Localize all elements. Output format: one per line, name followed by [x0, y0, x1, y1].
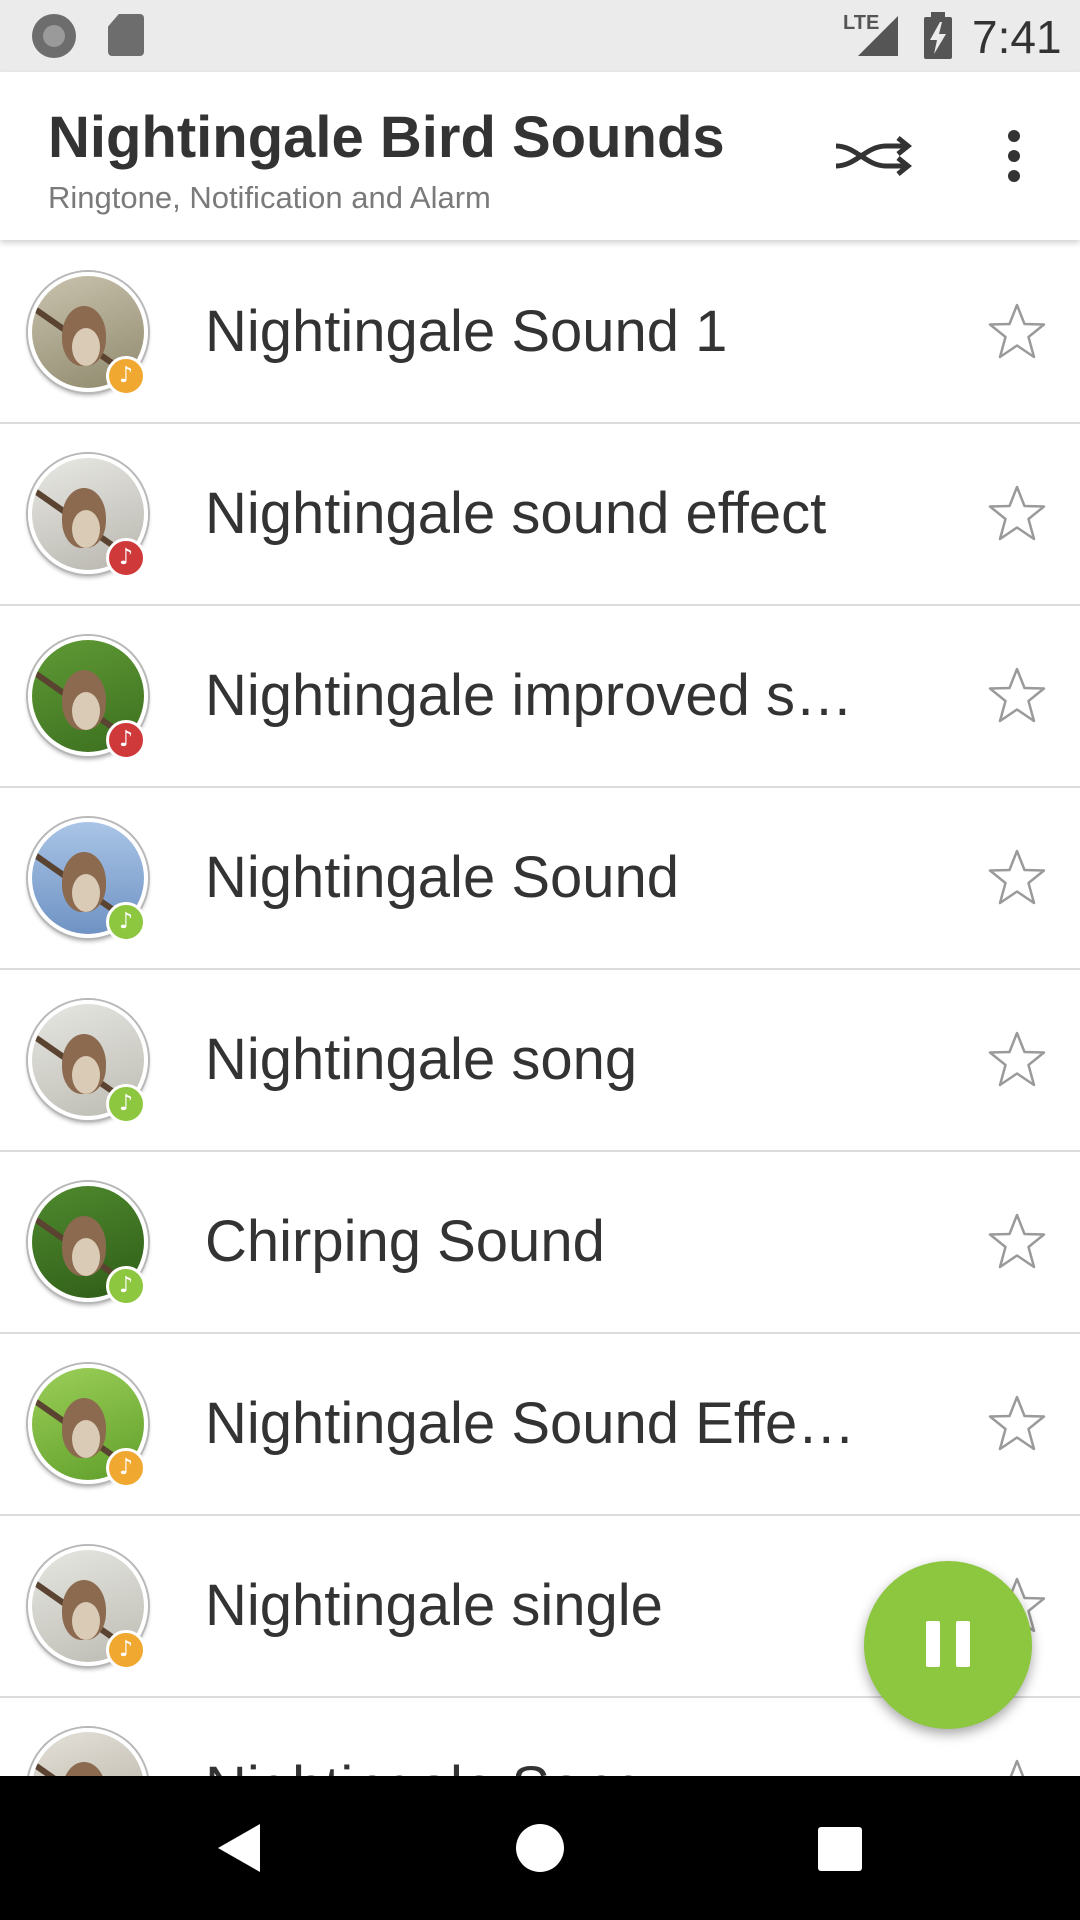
sound-title: Nightingale Sound 1: [205, 299, 728, 364]
bird-thumbnail: [28, 1728, 148, 1776]
shuffle-icon[interactable]: [832, 126, 918, 186]
list-item[interactable]: ♪ Nightingale Sound Effects: [0, 1334, 1080, 1516]
sound-title: Nightingale Song: [205, 1754, 865, 1776]
list-item[interactable]: ♪ Nightingale song: [0, 970, 1080, 1152]
status-time: 7:41: [972, 11, 1062, 63]
star-icon[interactable]: [986, 1758, 1048, 1776]
back-icon[interactable]: [214, 1822, 266, 1874]
circle-notification-icon: [32, 14, 76, 58]
star-icon[interactable]: [986, 1394, 1048, 1454]
sound-title: Nightingale improved sound: [205, 663, 865, 728]
list-item[interactable]: ♪ Nightingale improved sound: [0, 606, 1080, 788]
page-subtitle: Ringtone, Notification and Alarm: [48, 180, 491, 215]
battery-charging-icon: [924, 12, 952, 59]
sd-card-icon: [108, 14, 144, 56]
navigation-bar: [0, 1776, 1080, 1920]
signal-icon: [858, 16, 898, 56]
sound-title: Nightingale single: [205, 1573, 663, 1638]
pause-button[interactable]: [864, 1561, 1032, 1729]
list-item[interactable]: ♪ Nightingale Sound: [0, 788, 1080, 970]
star-icon[interactable]: [986, 302, 1048, 362]
list-item[interactable]: ♪ Nightingale Sound 1: [0, 242, 1080, 424]
app-bar: Nightingale Bird Sounds Ringtone, Notifi…: [0, 72, 1080, 240]
music-note-icon: ♪: [106, 1266, 146, 1306]
music-note-icon: ♪: [106, 1630, 146, 1670]
sound-title: Nightingale Sound Effects: [205, 1391, 865, 1456]
music-note-icon: ♪: [106, 1448, 146, 1488]
more-vert-icon[interactable]: [996, 126, 1032, 186]
star-icon[interactable]: [986, 1212, 1048, 1272]
music-note-icon: ♪: [106, 902, 146, 942]
sound-title: Nightingale Sound: [205, 845, 680, 910]
list-item[interactable]: ♪ Chirping Sound: [0, 1152, 1080, 1334]
music-note-icon: ♪: [106, 356, 146, 396]
star-icon[interactable]: [986, 1030, 1048, 1090]
star-icon[interactable]: [986, 484, 1048, 544]
page-title: Nightingale Bird Sounds: [48, 105, 725, 170]
sound-title: Nightingale song: [205, 1027, 638, 1092]
music-note-icon: ♪: [106, 1084, 146, 1124]
list-item[interactable]: ♪ Nightingale sound effect: [0, 424, 1080, 606]
music-note-icon: ♪: [106, 538, 146, 578]
star-icon[interactable]: [986, 666, 1048, 726]
sound-title: Nightingale sound effect: [205, 481, 827, 546]
recents-icon[interactable]: [817, 1826, 863, 1872]
star-icon[interactable]: [986, 848, 1048, 908]
home-icon[interactable]: [514, 1822, 566, 1874]
status-bar: LTE 7:41: [0, 0, 1080, 72]
sound-list: ♪ Nightingale Sound 1 ♪ Nightingale soun…: [0, 242, 1080, 1776]
music-note-icon: ♪: [106, 720, 146, 760]
sound-title: Chirping Sound: [205, 1209, 605, 1274]
